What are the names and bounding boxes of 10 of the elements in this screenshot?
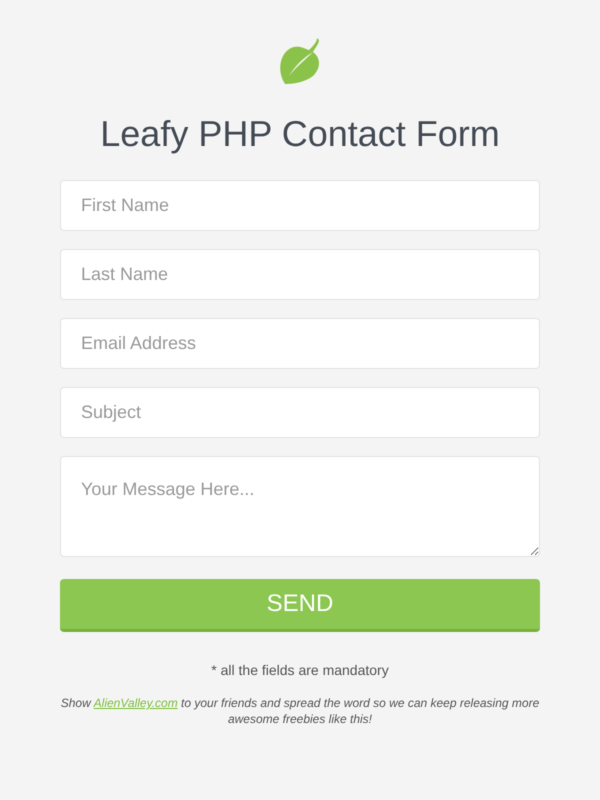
input-field[interactable]: Subject	[60, 387, 540, 438]
input-field[interactable]: First Name	[60, 180, 540, 231]
site-link[interactable]: AlienValley.com	[94, 696, 178, 710]
input-field[interactable]: Email Address	[60, 318, 540, 369]
promo-text: Show AlienValley.com to your friends and spread the word so we can keep releasing more awesome freebies like this!	[60, 695, 540, 727]
input-field[interactable]: Last Name	[60, 249, 540, 300]
form-title: Leafy PHP Contact Form	[100, 112, 500, 156]
mandatory-note: * all the fields are mandatory	[211, 661, 389, 680]
send-button[interactable]: SEND	[60, 579, 540, 632]
message-field[interactable]: Your Message Here...	[60, 456, 540, 557]
